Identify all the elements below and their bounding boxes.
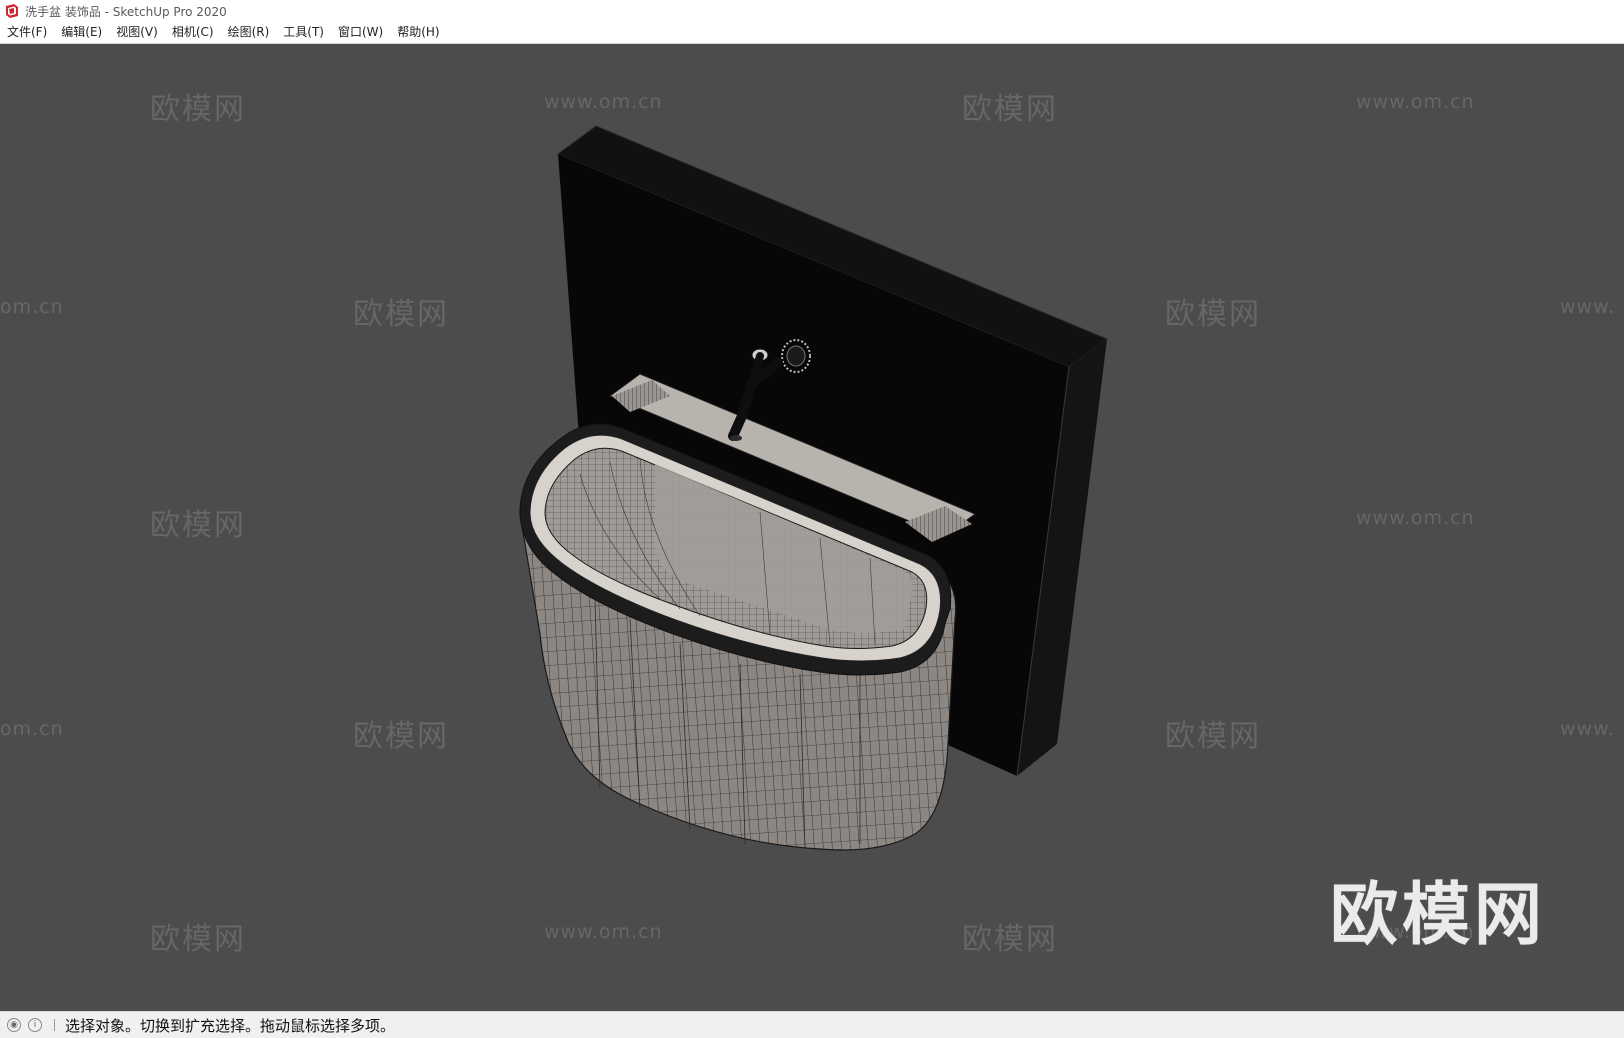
window-title: 洗手盆 装饰品 - SketchUp Pro 2020: [25, 4, 227, 19]
menu-edit[interactable]: 编辑(E): [54, 22, 109, 43]
sketchup-logo-icon: [6, 4, 18, 18]
status-message: 选择对象。切换到扩充选择。拖动鼠标选择多项。: [65, 1016, 396, 1035]
menu-help[interactable]: 帮助(H): [390, 22, 446, 43]
menu-bar: 文件(F) 编辑(E) 视图(V) 相机(C) 绘图(R) 工具(T) 窗口(W…: [0, 22, 1624, 44]
menu-camera[interactable]: 相机(C): [165, 22, 221, 43]
menu-view[interactable]: 视图(V): [109, 22, 165, 43]
menu-window[interactable]: 窗口(W): [331, 22, 390, 43]
model-viewport[interactable]: 欧模网 www.om.cn 欧模网 www.om.cn om.cn 欧模网 ww…: [0, 44, 1624, 1011]
menu-draw[interactable]: 绘图(R): [221, 22, 277, 43]
washbasin-model[interactable]: [0, 44, 1624, 1011]
menu-file[interactable]: 文件(F): [0, 22, 54, 43]
title-bar: 洗手盆 装饰品 - SketchUp Pro 2020: [0, 0, 1624, 22]
geo-location-icon[interactable]: ◉: [7, 1018, 21, 1032]
menu-tools[interactable]: 工具(T): [276, 22, 331, 43]
status-bar: ◉ i 选择对象。切换到扩充选择。拖动鼠标选择多项。: [0, 1011, 1624, 1038]
info-icon[interactable]: i: [28, 1018, 42, 1032]
status-separator: [54, 1019, 55, 1031]
